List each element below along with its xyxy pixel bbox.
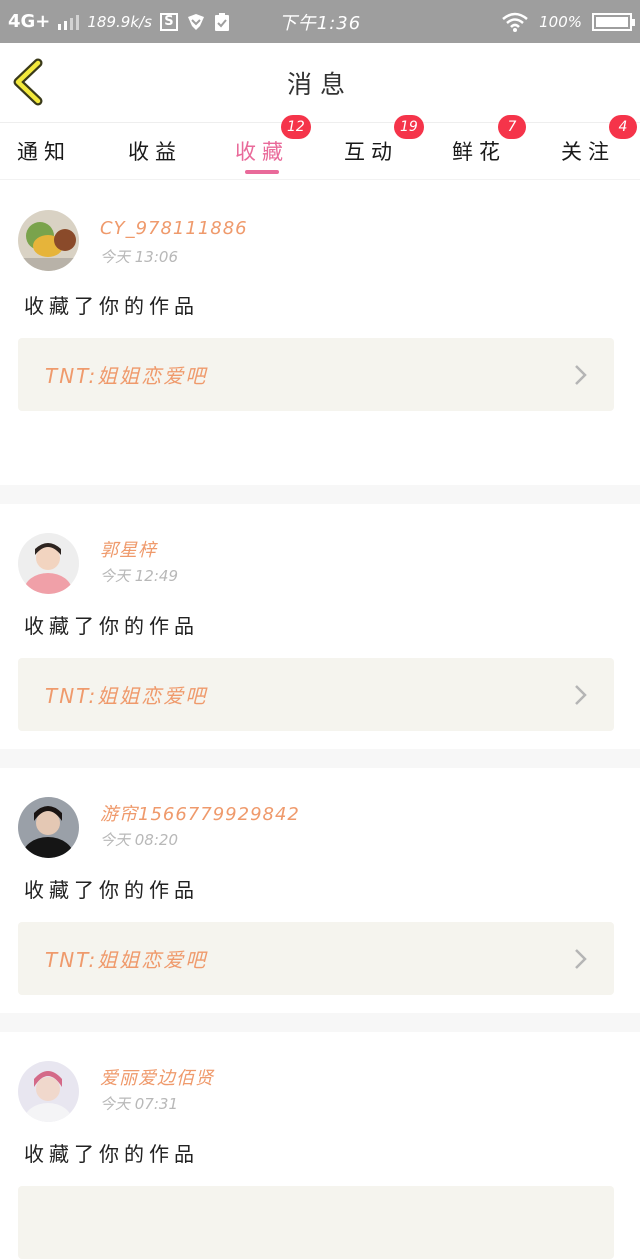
tab-favorites[interactable]: 收藏 12 bbox=[209, 115, 315, 179]
avatar[interactable] bbox=[18, 210, 79, 271]
tab-label: 收益 bbox=[128, 140, 182, 164]
network-type: 4G+ bbox=[8, 11, 51, 32]
tab-notification[interactable]: 通知 bbox=[0, 123, 97, 179]
avatar[interactable] bbox=[18, 797, 79, 858]
chevron-right-icon bbox=[575, 685, 587, 705]
tab-badge: 12 bbox=[281, 115, 311, 139]
tab-label: 鲜花 bbox=[452, 140, 506, 164]
timestamp: 今天 07:31 bbox=[100, 1095, 178, 1113]
top-bar: 消息 bbox=[0, 43, 640, 123]
battery-percent: 100% bbox=[539, 12, 582, 31]
work-title: TNT:姐姐恋爱吧 bbox=[45, 948, 208, 972]
tab-label: 通知 bbox=[17, 140, 71, 164]
wifi-icon bbox=[502, 12, 528, 32]
tab-badge: 4 bbox=[609, 115, 637, 139]
work-title: TNT:姐姐恋爱吧 bbox=[45, 684, 208, 708]
username[interactable]: 游帘15667799298​42 bbox=[100, 800, 300, 826]
s-app-icon: S bbox=[159, 12, 178, 31]
tab-label: 收藏 bbox=[235, 140, 289, 164]
timestamp: 今天 08:20 bbox=[100, 831, 178, 849]
back-button[interactable] bbox=[8, 57, 52, 107]
divider bbox=[0, 1013, 640, 1032]
clipboard-check-icon bbox=[214, 12, 229, 31]
action-text: 收藏了你的作品 bbox=[24, 1142, 199, 1166]
tab-flowers[interactable]: 鲜花 7 bbox=[426, 115, 532, 179]
tab-earnings[interactable]: 收益 bbox=[102, 123, 208, 179]
username[interactable]: CY_978111886 bbox=[100, 218, 248, 239]
username[interactable]: 爱丽爱边佰贤 bbox=[100, 1064, 214, 1090]
divider bbox=[0, 749, 640, 768]
action-text: 收藏了你的作品 bbox=[24, 294, 199, 318]
divider bbox=[0, 485, 640, 504]
tab-bar: 通知 收益 收藏 12 互动 19 鲜花 7 关注 4 bbox=[0, 115, 640, 180]
avatar[interactable] bbox=[18, 533, 79, 594]
chevron-right-icon bbox=[575, 949, 587, 969]
tab-follow[interactable]: 关注 4 bbox=[535, 115, 640, 179]
work-link[interactable] bbox=[18, 1186, 614, 1259]
timestamp: 今天 12:49 bbox=[100, 567, 178, 585]
chevron-right-icon bbox=[575, 365, 587, 385]
username[interactable]: 郭星梓 bbox=[100, 536, 157, 562]
timestamp: 今天 13:06 bbox=[100, 248, 178, 266]
avatar[interactable] bbox=[18, 1061, 79, 1122]
active-tab-indicator bbox=[245, 170, 279, 174]
clock: 下午1:36 bbox=[278, 12, 362, 34]
page-title: 消息 bbox=[286, 69, 353, 99]
shield-icon bbox=[187, 13, 204, 30]
signal-icon bbox=[58, 14, 80, 30]
tab-badge: 19 bbox=[394, 115, 424, 139]
network-speed: 189.9k/s bbox=[87, 12, 152, 31]
list-item: CY_978111886 今天 13:06 收藏了你的作品 TNT:姐姐恋爱吧 bbox=[0, 180, 640, 482]
action-text: 收藏了你的作品 bbox=[24, 614, 199, 638]
list-item: 爱丽爱边佰贤 今天 07:31 收藏了你的作品 bbox=[0, 1032, 640, 1259]
tab-label: 互动 bbox=[344, 140, 398, 164]
tab-badge: 7 bbox=[498, 115, 526, 139]
battery-icon bbox=[592, 12, 635, 31]
status-bar: 4G+ 189.9k/s S 下午1:36 100% bbox=[0, 0, 640, 43]
tab-label: 关注 bbox=[561, 140, 615, 164]
work-link[interactable]: TNT:姐姐恋爱吧 bbox=[18, 658, 614, 731]
work-title: TNT:姐姐恋爱吧 bbox=[45, 364, 208, 388]
action-text: 收藏了你的作品 bbox=[24, 878, 199, 902]
work-link[interactable]: TNT:姐姐恋爱吧 bbox=[18, 338, 614, 411]
list-item: 游帘15667799298​42 今天 08:20 收藏了你的作品 TNT:姐姐… bbox=[0, 768, 640, 1013]
tab-interaction[interactable]: 互动 19 bbox=[318, 115, 424, 179]
work-link[interactable]: TNT:姐姐恋爱吧 bbox=[18, 922, 614, 995]
list-item: 郭星梓 今天 12:49 收藏了你的作品 TNT:姐姐恋爱吧 bbox=[0, 504, 640, 749]
